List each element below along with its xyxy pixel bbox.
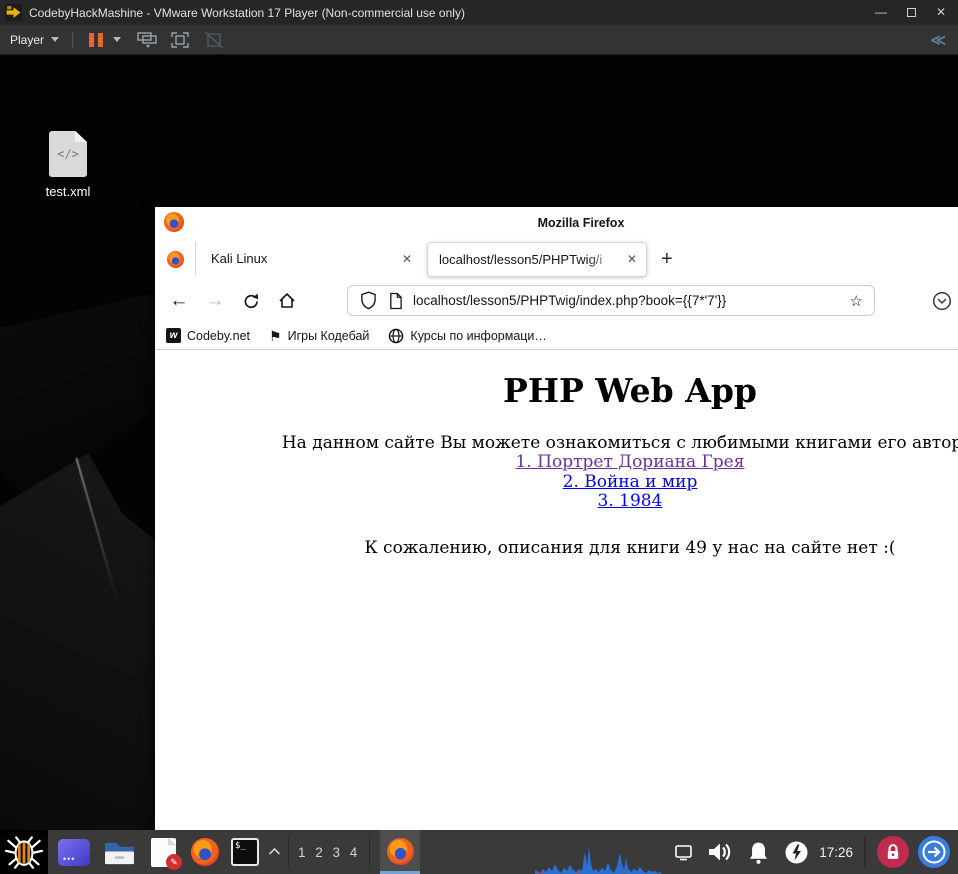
firefox-tab-bar: Kali Linux ✕ localhost/lesson5/PHPTwig/i… (155, 238, 958, 280)
chevron-down-icon (51, 37, 60, 42)
player-menu-label: Player (10, 32, 45, 47)
pause-icon (98, 32, 104, 47)
codeby-bug-icon (5, 836, 43, 869)
firefox-icon (386, 838, 414, 865)
taskbar-divider (864, 837, 866, 867)
save-to-pocket-icon[interactable] (932, 291, 952, 316)
unity-mode-button-disabled (203, 30, 225, 50)
firefox-logo-icon (167, 251, 184, 268)
back-button[interactable]: ← (166, 280, 192, 322)
applications-menu-button[interactable] (0, 830, 48, 874)
close-tab-icon[interactable]: ✕ (627, 243, 637, 276)
firefox-window-title: Mozilla Firefox (537, 216, 625, 230)
codeby-favicon: w (166, 328, 181, 343)
bookmark-igry-kodebay[interactable]: ⚑ Игры Кодебай (269, 329, 369, 343)
maximize-button[interactable] (906, 8, 916, 17)
taskbar-divider (288, 837, 289, 867)
folder-icon (105, 842, 134, 864)
file-fold-corner (75, 131, 87, 142)
tab-label: localhost/lesson5/PHPTwig/i (439, 252, 603, 267)
desktop-file-label: test.xml (45, 184, 91, 199)
close-button[interactable]: ✕ (936, 0, 946, 25)
firefox-nav-toolbar: ← → localhost/lesson5/PHPTwig/index.php?… (155, 280, 958, 322)
padlock-icon (887, 844, 899, 859)
panel-expand-chevron-icon[interactable] (268, 843, 281, 861)
page-fold (168, 837, 176, 846)
code-glyph: </> (57, 147, 79, 161)
send-ctrl-alt-del-button[interactable] (135, 30, 157, 50)
url-input[interactable]: localhost/lesson5/PHPTwig/index.php?book… (413, 293, 844, 308)
firefox-window: Mozilla Firefox Kali Linux ✕ localhost/l… (155, 207, 958, 830)
web-page-content: PHP Web App На данном сайте Вы можете оз… (155, 349, 958, 830)
terminal-launcher-button[interactable]: $_ (231, 838, 259, 866)
vmware-window-controls: — ✕ (875, 0, 946, 25)
wallpaper-facet (0, 453, 170, 830)
vmware-titlebar: CodebyHackMashine - VMware Workstation 1… (0, 0, 958, 25)
network-tray-icon[interactable] (674, 844, 693, 861)
player-menu-button[interactable]: Player (0, 25, 68, 54)
power-manager-icon[interactable] (784, 840, 809, 865)
vmware-window-title: CodebyHackMashine - VMware Workstation 1… (29, 5, 465, 20)
page-intro-text: На данном сайте Вы можете ознакомиться с… (281, 433, 958, 453)
bookmark-kursy[interactable]: Курсы по информаци… (388, 328, 547, 344)
tracking-protection-shield-icon[interactable] (360, 291, 377, 310)
forward-button-disabled: → (205, 290, 225, 311)
tab-label: Kali Linux (211, 251, 268, 266)
flag-icon: ⚑ (269, 327, 282, 344)
taskbar-divider (369, 837, 371, 867)
url-bar[interactable]: localhost/lesson5/PHPTwig/index.php?book… (347, 285, 875, 316)
bookmark-codeby-net[interactable]: w Codeby.net (166, 328, 250, 343)
bookmark-label: Игры Кодебай (287, 328, 370, 343)
page-title: PHP Web App (503, 371, 757, 410)
desktop-file-testxml[interactable]: </> test.xml (39, 131, 97, 199)
vmware-player-logo-icon (5, 4, 22, 21)
lock-screen-button[interactable] (877, 836, 909, 868)
home-button[interactable] (274, 280, 300, 322)
minimize-button[interactable]: — (875, 0, 887, 25)
clock[interactable]: 17:26 (819, 845, 853, 860)
tab-kali-linux[interactable]: Kali Linux ✕ (196, 238, 424, 280)
taskbar: ••• ✎ $_ 1 2 3 4 17:26 (0, 830, 958, 874)
book-not-found-message: К сожалению, описания для книги 49 у нас… (364, 537, 896, 558)
firefox-launcher-button[interactable] (191, 838, 219, 866)
collapse-toolbar-button[interactable]: ≪ (930, 31, 946, 49)
book-link-2[interactable]: 2. Война и мир (155, 472, 958, 493)
bookmarks-toolbar: w Codeby.net ⚑ Игры Кодебай Курсы по инф… (155, 322, 958, 349)
globe-icon (389, 328, 404, 343)
suspend-vm-button[interactable] (83, 32, 109, 47)
book-link-3[interactable]: 3. 1984 (155, 491, 958, 512)
notifications-bell-icon[interactable] (746, 840, 771, 865)
terminal-prompt-glyph: $_ (235, 841, 246, 851)
dots-icon: ••• (63, 853, 76, 864)
pause-icon (89, 32, 95, 47)
fullscreen-button[interactable] (169, 30, 191, 50)
logout-button[interactable] (918, 836, 950, 868)
vm-desktop: </> test.xml Mozilla Firefox Kali Linux … (0, 55, 958, 830)
network-monitor-graph (535, 847, 662, 874)
text-editor-button[interactable]: ✎ (151, 837, 182, 870)
file-manager-button[interactable] (103, 839, 136, 866)
arrow-right-circle-icon (922, 840, 946, 864)
vmware-toolbar: Player ≪ (0, 25, 958, 55)
xml-file-icon: </> (49, 131, 87, 177)
volume-icon[interactable] (706, 840, 733, 864)
power-options-dropdown-icon[interactable] (113, 37, 122, 42)
firefox-task-button-active[interactable] (380, 830, 421, 874)
close-tab-icon[interactable]: ✕ (402, 238, 412, 280)
reload-button[interactable] (238, 280, 264, 322)
bookmark-star-icon[interactable]: ☆ (850, 292, 863, 310)
tab-localhost-phptwig-active[interactable]: localhost/lesson5/PHPTwig/i ✕ (427, 242, 647, 277)
page-info-icon[interactable] (388, 292, 403, 310)
firefox-titlebar[interactable]: Mozilla Firefox (155, 207, 958, 238)
pencil-icon: ✎ (166, 853, 182, 870)
new-tab-button[interactable]: + (661, 238, 673, 280)
desktop-pager-button[interactable]: ••• (58, 838, 90, 866)
bookmark-label: Курсы по информаци… (410, 328, 547, 343)
toolbar-divider (72, 31, 74, 48)
book-link-1[interactable]: 1. Портрет Дориана Грея (155, 452, 958, 473)
workspace-switcher[interactable]: 1 2 3 4 (298, 845, 360, 860)
bookmark-label: Codeby.net (187, 328, 251, 343)
